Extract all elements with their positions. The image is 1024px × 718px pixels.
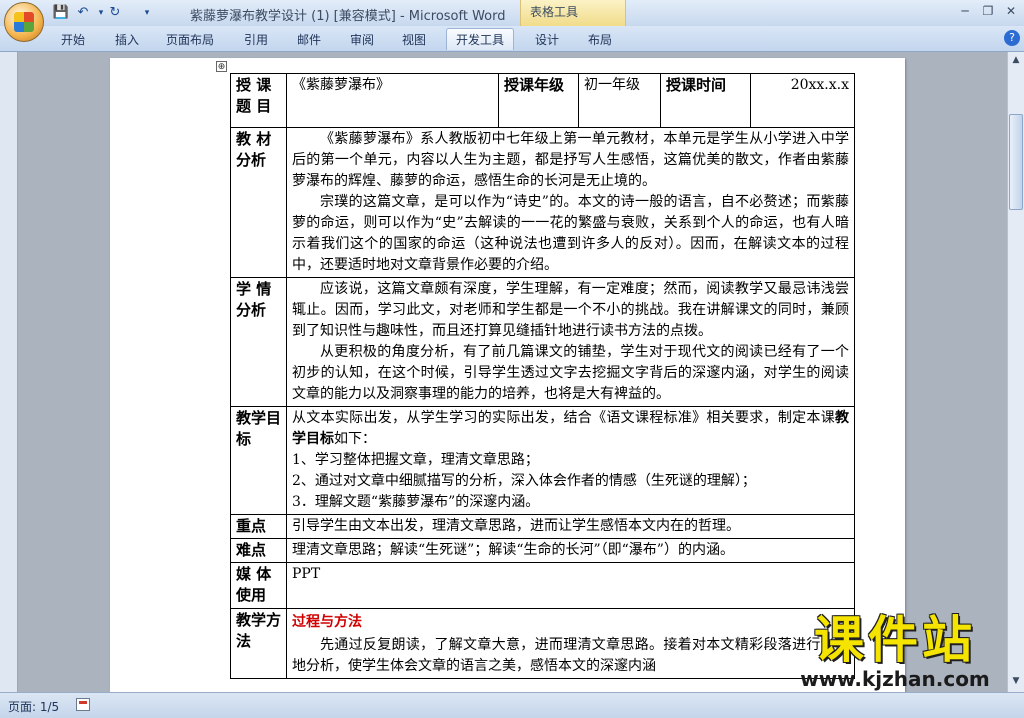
difficulty-label[interactable]: 难点 — [230, 538, 287, 563]
customize-quick-access-icon[interactable]: ▾ — [138, 4, 156, 22]
objectives-intro: 从文本实际出发，从学生学习的实际出发，结合《语文课程标准》相关要求，制定本课教学… — [292, 408, 849, 450]
student-analysis-p1: 应该说，这篇文章颇有深度，学生理解，有一定难度；然而，阅读教学又最忌讳浅尝辄止。… — [292, 281, 849, 339]
title-bar: 💾 ↶ ▾ ↻ ▾ 紫藤萝瀑布教学设计 (1) [兼容模式] - Microso… — [0, 0, 1024, 26]
table-row: 授 课 题 目 《紫藤萝瀑布》 授课年级 初一年级 授课时间 20xx.x.x — [230, 73, 855, 128]
objectives-intro-tail: 如下： — [334, 431, 376, 447]
office-button[interactable] — [4, 2, 44, 42]
vertical-ruler[interactable] — [0, 52, 18, 692]
objective-item: 2、通过对文章中细腻描写的分析，深入体会作者的情感（生死谜的理解）； — [292, 473, 756, 489]
minimize-button[interactable]: ─ — [955, 2, 975, 20]
office-logo-icon — [14, 12, 34, 32]
table-row: 教学方法 过程与方法 先通过反复朗读，了解文章大意，进而理清文章思路。接着对本文… — [230, 608, 855, 679]
table-row: 重点 引导学生由文本出发，理清文章思路，进而让学生感悟本文内在的哲理。 — [230, 514, 855, 539]
method-p1: 先通过反复朗读，了解文章大意，进而理清文章思路。接着对本文精彩段落进行详尽地分析… — [292, 637, 849, 674]
difficulty-cell[interactable]: 理清文章思路；解读“生死谜”；解读“生命的长河”（即“瀑布”）的内涵。 — [286, 538, 855, 563]
method-label[interactable]: 教学方法 — [230, 608, 287, 679]
undo-icon[interactable]: ↶ — [74, 4, 92, 22]
table-row: 难点 理清文章思路；解读“生死谜”；解读“生命的长河”（即“瀑布”）的内涵。 — [230, 538, 855, 563]
tab-insert[interactable]: 插入 — [115, 31, 139, 48]
textbook-analysis-p2: 宗璞的这篇文章，是可以作为“诗史”的。本文的诗一般的语言，自不必赘述；而紫藤萝的… — [292, 194, 849, 273]
student-analysis-cell[interactable]: 应该说，这篇文章颇有深度，学生理解，有一定难度；然而，阅读教学又最忌讳浅尝辄止。… — [286, 277, 855, 407]
table-row: 学 情 分析 应该说，这篇文章颇有深度，学生理解，有一定难度；然而，阅读教学又最… — [230, 277, 855, 407]
objective-item: 1、学习整体把握文章，理清文章思路； — [292, 452, 539, 468]
method-heading: 过程与方法 — [292, 614, 362, 630]
tab-mailings[interactable]: 邮件 — [297, 31, 321, 48]
watermark-logo: 课件站 www.kjzhan.com — [770, 612, 1020, 692]
textbook-analysis-label[interactable]: 教 材 分析 — [230, 127, 287, 278]
tab-references[interactable]: 引用 — [244, 31, 268, 48]
lesson-title-value[interactable]: 《紫藤萝瀑布》 — [286, 73, 499, 128]
grade-label[interactable]: 授课年级 — [498, 73, 579, 128]
table-tools-label: 表格工具 — [530, 5, 579, 19]
tab-review[interactable]: 审阅 — [350, 31, 374, 48]
grade-value[interactable]: 初一年级 — [578, 73, 661, 128]
student-analysis-p2: 从更积极的角度分析，有了前几篇课文的铺垫，学生对于现代文的阅读已经有了一个初步的… — [292, 344, 849, 402]
objective-item: 3．理解文题“紫藤萝瀑布”的深邃内涵。 — [292, 494, 540, 510]
window-title: 紫藤萝瀑布教学设计 (1) [兼容模式] - Microsoft Word — [190, 9, 506, 24]
vertical-scrollbar[interactable]: ▲ ▼ — [1007, 52, 1024, 692]
restore-button[interactable]: ❐ — [978, 2, 998, 20]
table-row: 教学目标 从文本实际出发，从学生学习的实际出发，结合《语文课程标准》相关要求，制… — [230, 406, 855, 515]
lesson-plan-table[interactable]: 授 课 题 目 《紫藤萝瀑布》 授课年级 初一年级 授课时间 20xx.x.x … — [230, 73, 855, 679]
tab-table-design[interactable]: 设计 — [535, 31, 559, 48]
time-value[interactable]: 20xx.x.x — [750, 73, 855, 128]
key-point-cell[interactable]: 引导学生由文本出发，理清文章思路，进而让学生感悟本文内在的哲理。 — [286, 514, 855, 539]
textbook-analysis-cell[interactable]: 《紫藤萝瀑布》系人教版初中七年级上第一单元教材，本单元是学生从小学进入中学后的第… — [286, 127, 855, 278]
media-cell[interactable]: PPT — [286, 562, 855, 609]
status-bar: 页面: 1/5 — [0, 692, 1024, 718]
key-point-label[interactable]: 重点 — [230, 514, 287, 539]
table-row: 媒 体 使用 PPT — [230, 562, 855, 609]
objectives-cell[interactable]: 从文本实际出发，从学生学习的实际出发，结合《语文课程标准》相关要求，制定本课教学… — [286, 406, 855, 515]
redo-icon[interactable]: ↻ — [106, 4, 124, 22]
save-icon[interactable]: 💾 — [52, 4, 70, 22]
proofing-icon[interactable] — [76, 698, 90, 711]
tab-view[interactable]: 视图 — [402, 31, 426, 48]
objectives-intro-text: 从文本实际出发，从学生学习的实际出发，结合《语文课程标准》相关要求，制定本课 — [292, 410, 835, 426]
textbook-analysis-p1: 《紫藤萝瀑布》系人教版初中七年级上第一单元教材，本单元是学生从小学进入中学后的第… — [292, 131, 849, 189]
close-button[interactable]: ✕ — [1001, 2, 1021, 20]
watermark-url: www.kjzhan.com — [800, 667, 990, 691]
tab-table-layout[interactable]: 布局 — [588, 31, 612, 48]
table-row: 教 材 分析 《紫藤萝瀑布》系人教版初中七年级上第一单元教材，本单元是学生从小学… — [230, 127, 855, 278]
objectives-label[interactable]: 教学目标 — [230, 406, 287, 515]
lesson-title-label[interactable]: 授 课 题 目 — [230, 73, 287, 128]
table-move-handle-icon[interactable]: ⊕ — [216, 61, 227, 72]
table-tools-context: 表格工具 — [520, 0, 626, 26]
tab-home[interactable]: 开始 — [61, 31, 85, 48]
page-count-status[interactable]: 页面: 1/5 — [8, 698, 59, 715]
student-analysis-label[interactable]: 学 情 分析 — [230, 277, 287, 407]
help-icon[interactable]: ? — [1004, 30, 1020, 46]
tab-page-layout[interactable]: 页面布局 — [166, 31, 214, 48]
scroll-up-icon[interactable]: ▲ — [1009, 53, 1023, 67]
tab-developer[interactable]: 开发工具 — [456, 31, 504, 48]
media-label[interactable]: 媒 体 使用 — [230, 562, 287, 609]
time-label[interactable]: 授课时间 — [660, 73, 751, 128]
scroll-thumb[interactable] — [1009, 114, 1023, 210]
watermark-main-text: 课件站 — [814, 611, 976, 669]
